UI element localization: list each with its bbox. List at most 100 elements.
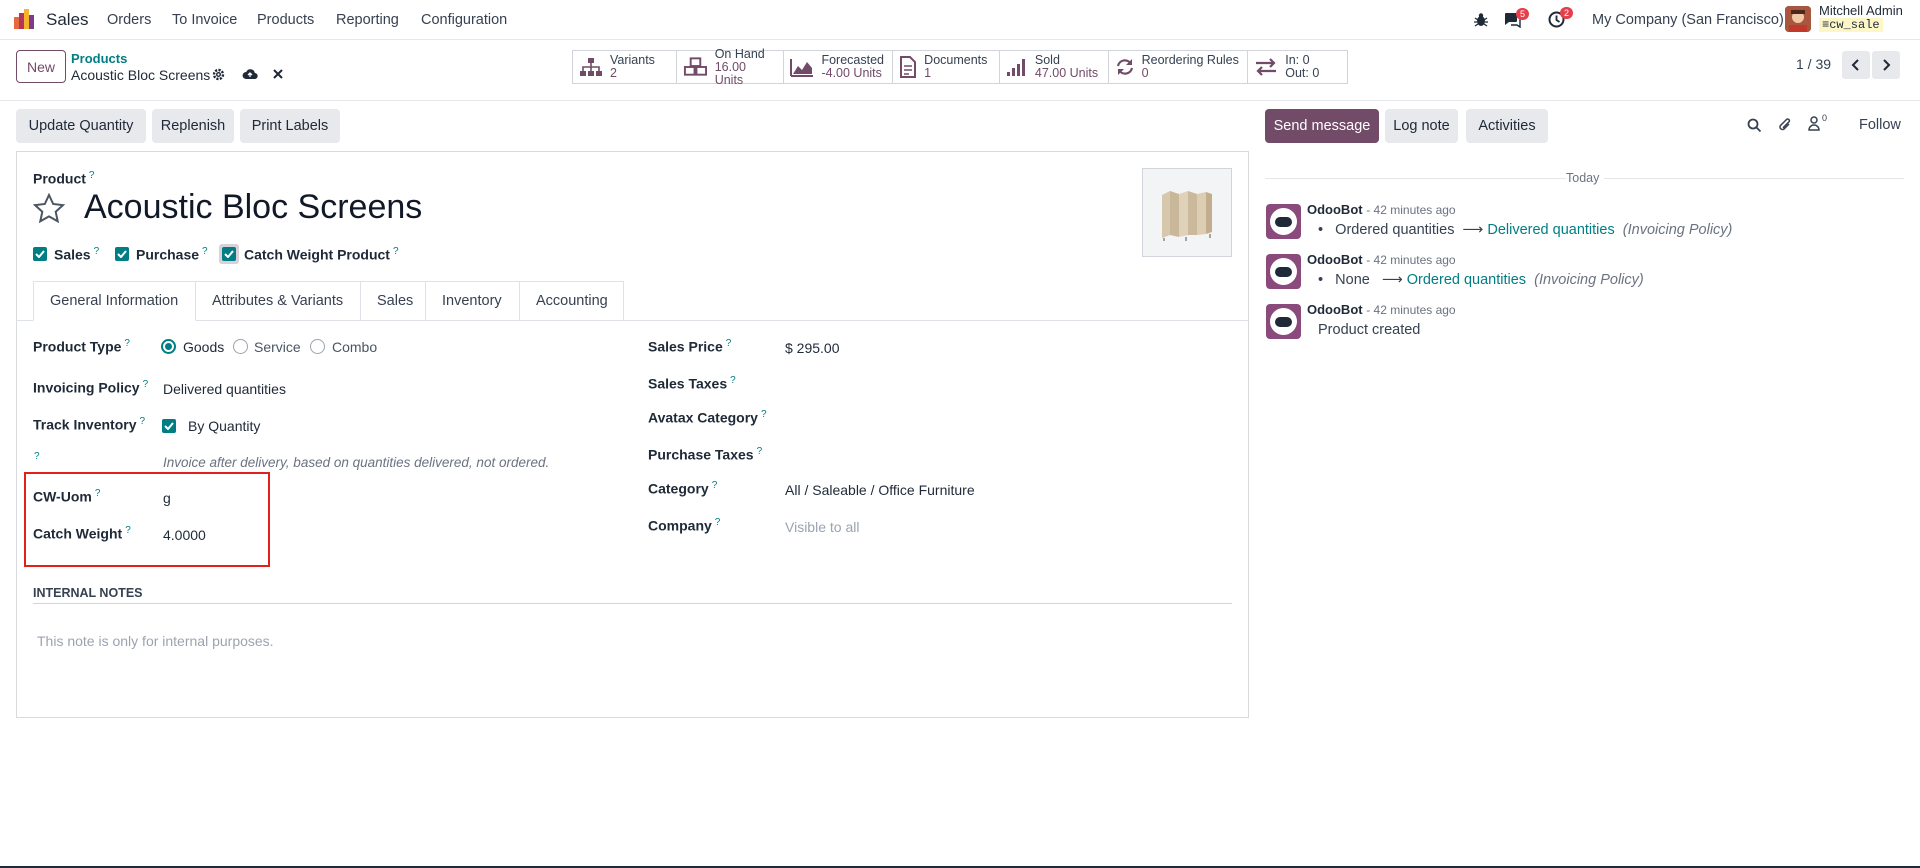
invoicing-policy-select[interactable]: Delivered quantities <box>163 381 286 397</box>
smart-button-in-out[interactable]: In: 0 Out: 0 <box>1248 51 1347 83</box>
tab-accounting[interactable]: Accounting <box>519 281 624 321</box>
catch-weight-checkbox[interactable] <box>222 247 236 261</box>
smart-button-reordering-rules[interactable]: Reordering Rules 0 <box>1109 51 1249 83</box>
pager-previous-button[interactable] <box>1842 51 1870 79</box>
send-message-button[interactable]: Send message <box>1265 109 1379 143</box>
smart-button-documents[interactable]: Documents 1 <box>893 51 1000 83</box>
odoobot-avatar[interactable] <box>1266 304 1301 339</box>
sales-taxes-field[interactable] <box>785 368 1225 392</box>
company-switcher[interactable]: My Company (San Francisco) <box>1592 12 1784 28</box>
help-icon[interactable]: ? <box>715 517 721 528</box>
help-icon[interactable]: ? <box>89 170 95 181</box>
replenish-button[interactable]: Replenish <box>152 109 234 143</box>
tab-attributes-variants[interactable]: Attributes & Variants <box>195 281 361 321</box>
menu-products[interactable]: Products <box>257 12 314 28</box>
track-inventory-mode[interactable]: By Quantity <box>188 418 260 434</box>
internal-notes-editor[interactable]: This note is only for internal purposes. <box>37 633 274 649</box>
company-field[interactable]: Visible to all <box>785 519 859 535</box>
log-note-button[interactable]: Log note <box>1385 109 1458 143</box>
odoobot-avatar[interactable] <box>1266 204 1301 239</box>
variants-sitemap-icon <box>580 58 602 76</box>
product-image[interactable] <box>1142 168 1232 257</box>
search-icon[interactable] <box>1747 118 1762 133</box>
message-time: - 42 minutes ago <box>1366 253 1456 267</box>
help-icon[interactable]: ? <box>34 451 40 462</box>
avatax-category-field[interactable] <box>785 403 1225 427</box>
menu-orders[interactable]: Orders <box>107 12 151 28</box>
form-tabs: General Information Attributes & Variant… <box>33 281 624 321</box>
tab-general-information[interactable]: General Information <box>33 281 196 321</box>
field-name: (Invoicing Policy) <box>1622 222 1733 238</box>
pager-next-button[interactable] <box>1872 51 1900 79</box>
robot-icon <box>1270 258 1297 285</box>
print-labels-button[interactable]: Print Labels <box>240 109 340 143</box>
help-icon[interactable]: ? <box>712 480 718 491</box>
smart-value: 2 <box>610 66 617 80</box>
messages-icon[interactable]: 5 <box>1503 8 1529 28</box>
smart-button-forecasted[interactable]: Forecasted -4.00 Units <box>784 51 894 83</box>
purchase-taxes-field[interactable] <box>785 440 1225 464</box>
favorite-star-icon[interactable] <box>33 193 65 224</box>
smart-button-variants[interactable]: Variants 2 <box>573 51 677 83</box>
menu-configuration[interactable]: Configuration <box>421 12 507 28</box>
attachment-paperclip-icon[interactable] <box>1778 117 1792 133</box>
message-author[interactable]: OdooBot - 42 minutes ago <box>1307 202 1456 217</box>
pager-value[interactable]: 1 / 39 <box>1796 56 1831 72</box>
radio-goods-label[interactable]: Goods <box>183 339 224 355</box>
author-name[interactable]: OdooBot <box>1307 252 1363 267</box>
discard-close-icon[interactable] <box>272 68 284 80</box>
radio-goods[interactable] <box>161 339 176 354</box>
help-icon[interactable]: ? <box>730 375 736 386</box>
user-avatar[interactable] <box>1785 6 1811 32</box>
product-name[interactable]: Acoustic Bloc Screens <box>84 188 422 227</box>
gear-icon[interactable] <box>212 68 225 81</box>
help-icon[interactable]: ? <box>94 246 100 257</box>
sales-checkbox[interactable] <box>33 247 47 261</box>
category-field[interactable]: All / Saleable / Office Furniture <box>785 482 975 498</box>
follow-button[interactable]: Follow <box>1859 117 1901 133</box>
message-author[interactable]: OdooBot - 42 minutes ago <box>1307 302 1456 317</box>
smart-value: 0 <box>1141 66 1149 80</box>
app-name[interactable]: Sales <box>46 10 89 30</box>
smart-button-on-hand[interactable]: On Hand 16.00 Units <box>677 47 785 86</box>
help-icon[interactable]: ? <box>393 246 399 257</box>
help-icon[interactable]: ? <box>202 246 208 257</box>
debug-bug-icon[interactable] <box>1474 12 1488 28</box>
menu-reporting[interactable]: Reporting <box>336 12 399 28</box>
breadcrumb-parent[interactable]: Products <box>71 51 127 66</box>
date-separator-line-left <box>1265 178 1566 179</box>
apps-menu-icon[interactable] <box>14 9 36 29</box>
help-icon[interactable]: ? <box>761 409 767 420</box>
activities-button[interactable]: Activities <box>1466 109 1548 143</box>
radio-service-label[interactable]: Service <box>254 339 301 355</box>
odoobot-avatar[interactable] <box>1266 254 1301 289</box>
category-text: Category <box>648 480 709 497</box>
activities-clock-icon[interactable]: 2 <box>1548 7 1573 28</box>
smart-button-sold[interactable]: Sold 47.00 Units <box>1000 51 1109 83</box>
help-icon[interactable]: ? <box>124 338 130 349</box>
tab-sales[interactable]: Sales <box>360 281 426 321</box>
author-name[interactable]: OdooBot <box>1307 202 1363 217</box>
track-inventory-checkbox[interactable] <box>162 419 176 433</box>
help-icon[interactable]: ? <box>140 416 146 427</box>
sales-price-field[interactable]: $ 295.00 <box>785 340 840 356</box>
radio-combo[interactable] <box>310 339 325 354</box>
help-icon[interactable]: ? <box>143 379 149 390</box>
arrow-right-icon: ⟶ <box>1381 272 1403 288</box>
radio-combo-label[interactable]: Combo <box>332 339 377 355</box>
new-button[interactable]: New <box>16 50 66 83</box>
author-name[interactable]: OdooBot <box>1307 302 1363 317</box>
user-name[interactable]: Mitchell Admin <box>1819 3 1903 18</box>
tab-inventory[interactable]: Inventory <box>425 281 520 321</box>
update-quantity-button[interactable]: Update Quantity <box>16 109 146 143</box>
save-cloud-icon[interactable] <box>242 67 258 80</box>
menu-to-invoice[interactable]: To Invoice <box>172 12 237 28</box>
purchase-checkbox[interactable] <box>115 247 129 261</box>
date-separator-line-right <box>1604 178 1904 179</box>
track-inventory-label: Track Inventory? <box>33 416 145 433</box>
help-icon[interactable]: ? <box>726 338 732 349</box>
followers-button[interactable]: 0 <box>1808 113 1827 131</box>
message-author[interactable]: OdooBot - 42 minutes ago <box>1307 252 1456 267</box>
help-icon[interactable]: ? <box>757 446 763 457</box>
radio-service[interactable] <box>233 339 248 354</box>
